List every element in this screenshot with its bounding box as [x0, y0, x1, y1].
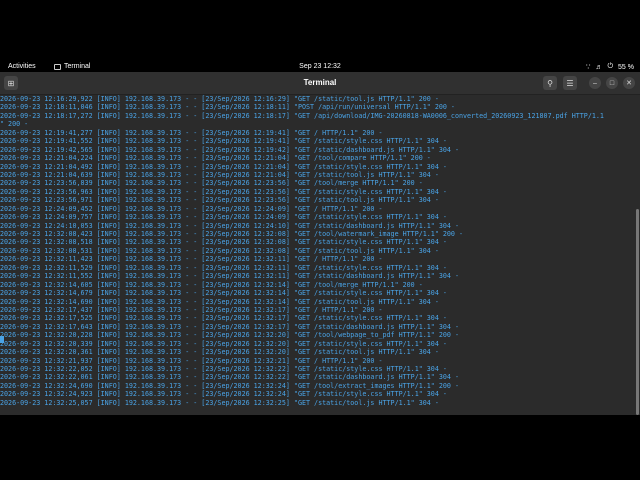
log-line: 2026-09-23 12:18:17,272 [INFO] 192.168.3…: [0, 111, 604, 120]
log-line: 2026-09-23 12:21:04,639 [INFO] 192.168.3…: [0, 170, 439, 179]
close-icon: ✕: [626, 80, 632, 87]
log-line: 2026-09-23 12:32:08,531 [INFO] 192.168.3…: [0, 246, 439, 255]
log-line: 2026-09-23 12:32:08,518 [INFO] 192.168.3…: [0, 238, 447, 247]
log-line: 2026-09-23 12:32:11,529 [INFO] 192.168.3…: [0, 263, 447, 272]
title-bar[interactable]: ⊞ Terminal ⚲ ☰ – □ ✕: [0, 72, 640, 95]
log-line: 2026-09-23 12:32:17,525 [INFO] 192.168.3…: [0, 314, 447, 323]
log-line: 2026-09-23 12:21:04,492 [INFO] 192.168.3…: [0, 162, 447, 171]
maximize-icon: □: [609, 79, 615, 87]
log-line: 2026-09-23 12:32:08,423 [INFO] 192.168.3…: [0, 230, 464, 238]
network-icon: ∵: [586, 64, 591, 71]
log-line: 2026-09-23 12:21:04,224 [INFO] 192.168.3…: [0, 154, 431, 163]
log-line: 2026-09-23 12:32:24,923 [INFO] 192.168.3…: [0, 390, 447, 399]
log-line: 2026-09-23 12:32:22,061 [INFO] 192.168.3…: [0, 373, 459, 382]
log-line: 2026-09-23 12:32:20,361 [INFO] 192.168.3…: [0, 348, 439, 357]
terminal-window: ⊞ Terminal ⚲ ☰ – □ ✕ 2026-09-23 12:16:29…: [0, 72, 640, 415]
maximize-button[interactable]: □: [606, 77, 618, 89]
clock[interactable]: Sep 23 12:32: [0, 63, 640, 70]
search-button[interactable]: ⚲: [543, 76, 557, 90]
hamburger-menu-icon: ☰: [566, 78, 574, 88]
log-line: 2026-09-23 12:32:17,643 [INFO] 192.168.3…: [0, 322, 459, 331]
minimize-icon: –: [593, 79, 597, 87]
log-line: 2026-09-23 12:24:09,452 [INFO] 192.168.3…: [0, 204, 383, 213]
system-tray[interactable]: ∵ ♬ ⏻ 55 %: [586, 63, 634, 71]
log-line: 2026-09-23 12:32:14,690 [INFO] 192.168.3…: [0, 297, 439, 306]
log-line: 2026-09-23 12:32:17,437 [INFO] 192.168.3…: [0, 305, 383, 314]
log-line: 2026-09-23 12:24:09,757 [INFO] 192.168.3…: [0, 213, 447, 222]
minimize-button[interactable]: –: [589, 77, 601, 89]
text-cursor: [0, 336, 4, 343]
top-bar: Activities Terminal Sep 23 12:32 ∵ ♬ ⏻ 5…: [0, 62, 640, 72]
log-line: " 200 -: [0, 120, 29, 129]
log-line: 2026-09-23 12:32:14,679 [INFO] 192.168.3…: [0, 289, 447, 298]
close-button[interactable]: ✕: [623, 77, 635, 89]
menu-button[interactable]: ☰: [563, 76, 577, 90]
log-line: 2026-09-23 12:32:11,552 [INFO] 192.168.3…: [0, 272, 459, 281]
log-line: 2026-09-23 12:19:41,552 [INFO] 192.168.3…: [0, 137, 447, 146]
battery-percent: 55 %: [618, 63, 634, 71]
log-line: 2026-09-23 12:18:11,046 [INFO] 192.168.3…: [0, 103, 455, 112]
log-line: 2026-09-23 12:23:56,971 [INFO] 192.168.3…: [0, 196, 439, 205]
log-line: 2026-09-23 12:32:11,423 [INFO] 192.168.3…: [0, 255, 383, 264]
log-line: 2026-09-23 12:19:42,565 [INFO] 192.168.3…: [0, 145, 459, 154]
volume-icon: ♬: [595, 63, 603, 71]
log-line: 2026-09-23 12:19:41,277 [INFO] 192.168.3…: [0, 128, 383, 137]
scrollbar[interactable]: [636, 209, 639, 415]
log-line: 2026-09-23 12:32:24,690 [INFO] 192.168.3…: [0, 381, 459, 390]
log-line: 2026-09-23 12:16:29,922 [INFO] 192.168.3…: [0, 95, 439, 103]
terminal-output[interactable]: 2026-09-23 12:16:29,922 [INFO] 192.168.3…: [0, 95, 636, 415]
log-line: 2026-09-23 12:23:56,839 [INFO] 192.168.3…: [0, 179, 423, 188]
log-line: 2026-09-23 12:32:20,228 [INFO] 192.168.3…: [0, 331, 459, 340]
log-line: 2026-09-23 12:23:56,963 [INFO] 192.168.3…: [0, 187, 447, 196]
log-line: 2026-09-23 12:32:25,057 [INFO] 192.168.3…: [0, 398, 439, 407]
log-line: 2026-09-23 12:32:22,052 [INFO] 192.168.3…: [0, 365, 447, 373]
log-line: 2026-09-23 12:32:14,605 [INFO] 192.168.3…: [0, 280, 423, 289]
power-icon: ⏻: [607, 63, 614, 70]
log-line: 2026-09-23 12:32:21,937 [INFO] 192.168.3…: [0, 356, 383, 365]
log-line: 2026-09-23 12:24:10,053 [INFO] 192.168.3…: [0, 221, 459, 230]
log-line: 2026-09-23 12:32:20,339 [INFO] 192.168.3…: [0, 339, 447, 348]
search-icon: ⚲: [547, 78, 553, 88]
